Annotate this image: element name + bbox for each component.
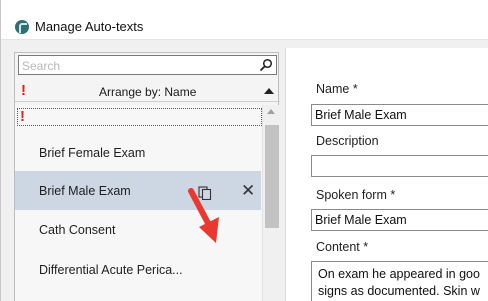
search-icon[interactable] bbox=[259, 58, 273, 72]
close-icon[interactable]: ✕ bbox=[241, 181, 255, 201]
content-line: signs as documented. Skin w bbox=[318, 284, 480, 298]
autotext-list: ! Brief Female Exam Brief Male Exam ✕ Ca… bbox=[15, 105, 280, 301]
list-item[interactable]: Brief Female Exam bbox=[15, 132, 261, 171]
new-autotext-row[interactable]: ! bbox=[17, 108, 262, 126]
name-label: Name * bbox=[316, 82, 358, 96]
spoken-form-field[interactable]: Brief Male Exam bbox=[311, 209, 488, 231]
list-scrollbar[interactable] bbox=[262, 105, 280, 301]
app-logo-icon bbox=[15, 20, 29, 34]
manage-autotexts-window: Manage Auto-texts Search ! Arrange by: N… bbox=[0, 0, 488, 301]
list-item-label: Differential Acute Perica... bbox=[39, 263, 183, 277]
name-field[interactable]: Brief Male Exam bbox=[311, 104, 488, 126]
description-label: Description bbox=[316, 134, 379, 148]
priority-alert-icon: ! bbox=[21, 82, 26, 99]
scroll-up-icon[interactable] bbox=[267, 109, 275, 114]
arrange-by-header[interactable]: ! Arrange by: Name bbox=[15, 80, 280, 102]
arrange-by-label: Arrange by: Name bbox=[99, 85, 197, 99]
red-arrow-annotation-icon bbox=[188, 188, 219, 243]
search-placeholder: Search bbox=[22, 59, 61, 73]
priority-alert-icon: ! bbox=[20, 108, 25, 125]
title-bar: Manage Auto-texts bbox=[1, 0, 488, 40]
autotext-list-panel: Search ! Arrange by: Name ! Brief Female… bbox=[14, 52, 280, 301]
content-line: On exam he appeared in goo bbox=[318, 267, 480, 281]
content-label: Content * bbox=[316, 240, 369, 254]
list-item-label: Brief Female Exam bbox=[39, 146, 146, 160]
autotext-detail-panel: Name * Brief Male Exam Description Spoke… bbox=[285, 48, 488, 301]
content-textarea[interactable]: On exam he appeared in goo signs as docu… bbox=[311, 261, 488, 301]
description-field[interactable] bbox=[311, 155, 488, 177]
list-item-label: Brief Male Exam bbox=[39, 184, 131, 198]
scrollbar-thumb[interactable] bbox=[265, 125, 279, 228]
list-item-label: Cath Consent bbox=[39, 223, 116, 237]
spoken-form-label: Spoken form * bbox=[316, 188, 396, 202]
search-input[interactable]: Search bbox=[18, 55, 277, 75]
name-value: Brief Male Exam bbox=[315, 108, 407, 122]
sort-ascending-icon[interactable] bbox=[264, 88, 274, 94]
list-item[interactable]: Differential Acute Perica... bbox=[15, 249, 261, 288]
spoken-form-value: Brief Male Exam bbox=[315, 213, 407, 227]
window-title: Manage Auto-texts bbox=[35, 19, 144, 34]
